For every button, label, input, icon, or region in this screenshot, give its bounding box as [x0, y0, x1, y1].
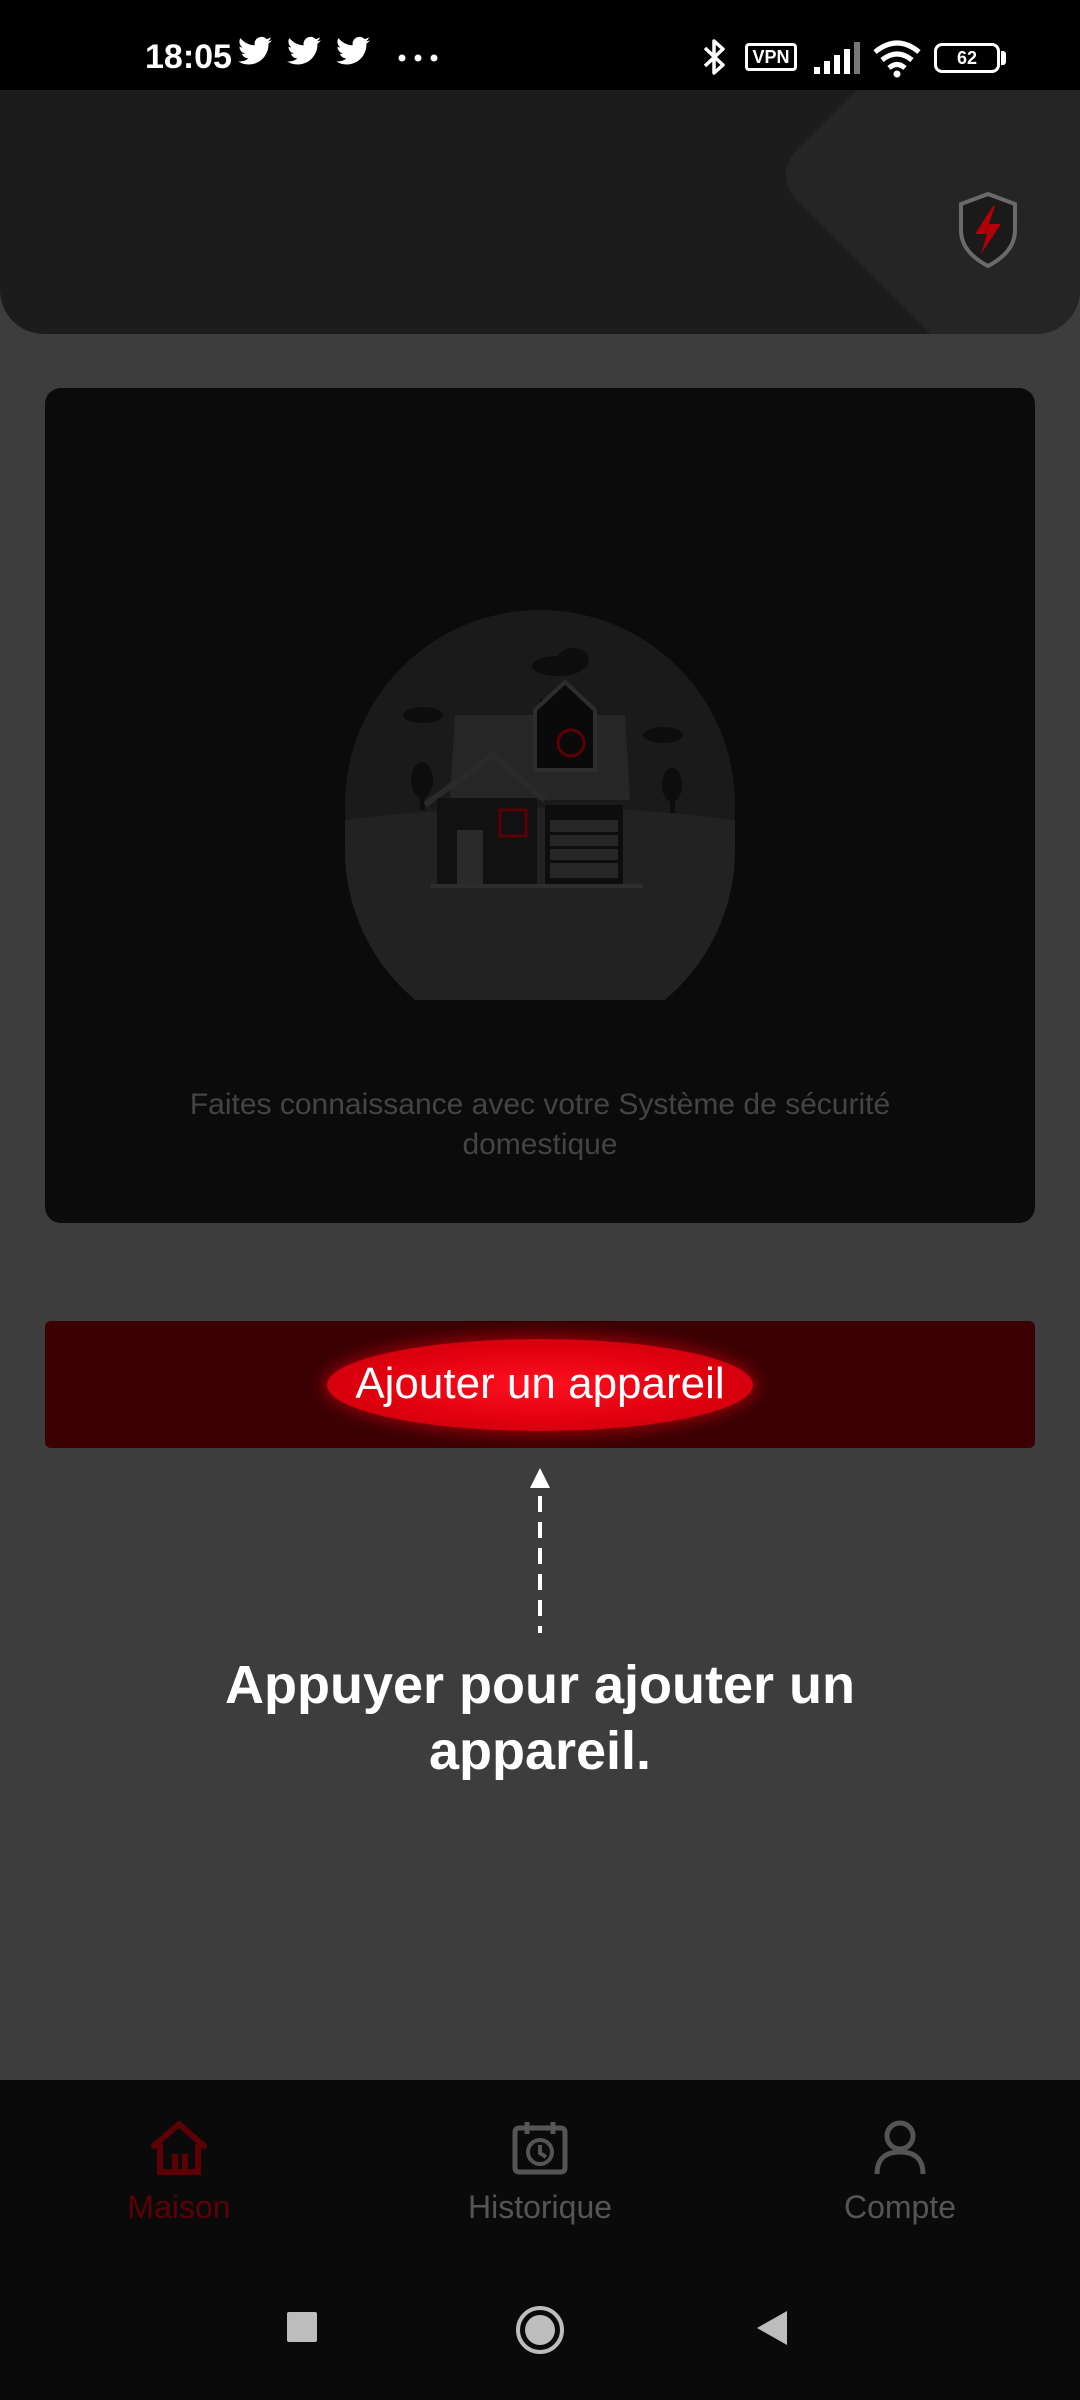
twitter-icon	[287, 36, 321, 65]
header-decoration	[771, 90, 1080, 334]
nav-label-compte: Compte	[843, 2189, 957, 2225]
nav-item-historique[interactable]: Historique	[390, 2120, 690, 2226]
arrow-up-icon	[530, 1468, 550, 1633]
twitter-icon	[336, 36, 370, 65]
twitter-icon	[238, 36, 272, 65]
signal-icon	[814, 42, 860, 74]
user-icon	[874, 2120, 926, 2175]
battery-level: 62	[956, 48, 978, 68]
history-icon	[512, 2122, 568, 2175]
nav-item-maison[interactable]: Maison	[29, 2120, 329, 2226]
home-button[interactable]	[515, 2305, 565, 2355]
status-time: 18:05	[145, 38, 232, 76]
nav-item-compte[interactable]: Compte	[750, 2120, 1050, 2226]
battery-tip	[1001, 51, 1006, 65]
vpn-icon: VPN	[745, 43, 797, 71]
tutorial-hint: Appuyer pour ajouter un appareil.	[224, 1655, 856, 1781]
add-device-button[interactable]: Ajouter un appareil	[45, 1359, 1035, 1409]
wifi-icon	[873, 40, 921, 78]
welcome-text: Faites connaissance avec votre Système d…	[189, 1088, 891, 1161]
battery-icon: 62	[934, 43, 1000, 73]
more-dots-icon	[398, 54, 438, 62]
status-bar: 18:05 VPN 62	[0, 0, 1080, 90]
recent-apps-button[interactable]	[285, 2310, 319, 2344]
home-icon	[151, 2121, 207, 2175]
add-device-bar[interactable]: Ajouter un appareil	[45, 1321, 1035, 1448]
shield-lightning-icon	[959, 191, 1017, 269]
nav-label-maison: Maison	[127, 2189, 231, 2225]
back-button[interactable]	[755, 2309, 789, 2347]
welcome-card: Faites connaissance avec votre Système d…	[45, 388, 1035, 1223]
vpn-label: VPN	[752, 47, 790, 67]
house-illustration	[345, 610, 735, 1000]
bluetooth-icon	[703, 39, 725, 75]
header-card	[0, 90, 1080, 334]
nav-label-historique: Historique	[467, 2189, 613, 2225]
